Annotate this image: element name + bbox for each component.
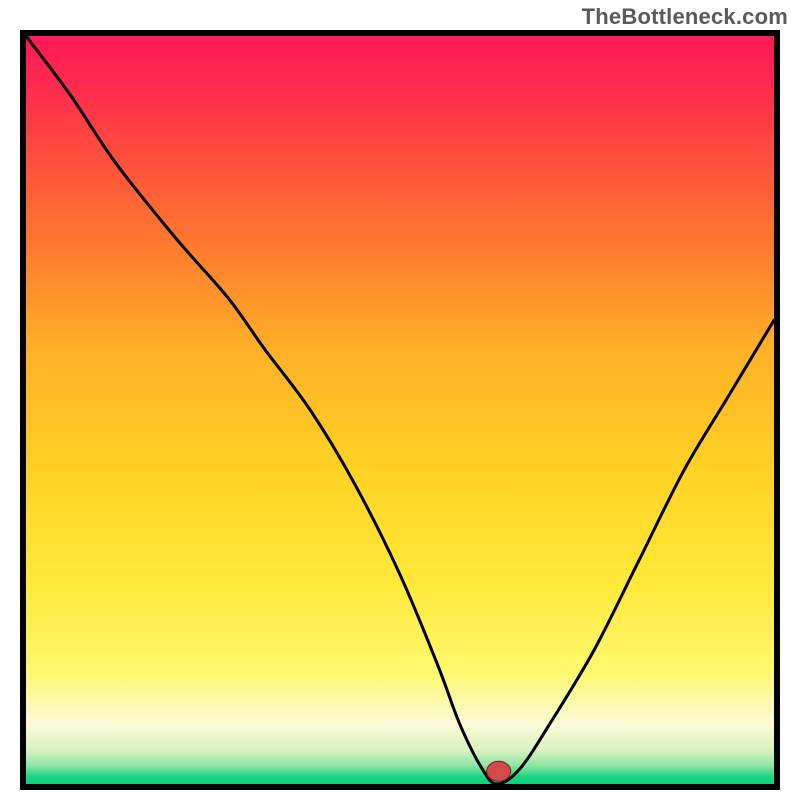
optimal-point-marker [487,761,511,781]
watermark-text: TheBottleneck.com [582,4,788,30]
plot-area [20,30,780,790]
chart-frame: TheBottleneck.com [0,0,800,800]
heat-gradient-background [26,36,774,784]
bottleneck-plot [26,36,774,784]
